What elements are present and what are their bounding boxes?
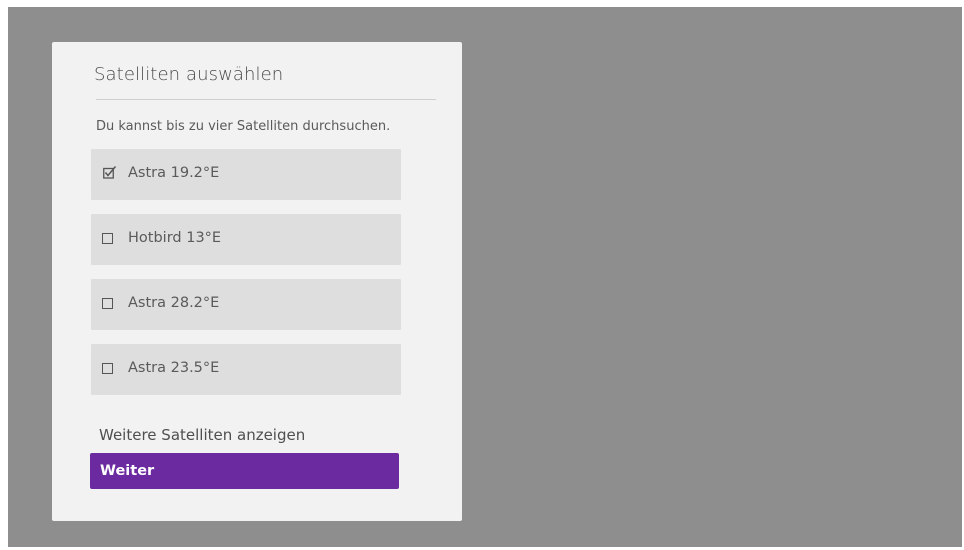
option-label: Hotbird 13°E	[128, 230, 222, 246]
show-more-satellites-link[interactable]: Weitere Satelliten anzeigen	[99, 426, 305, 444]
satellite-option-astra-28-2[interactable]: Astra 28.2°E	[91, 279, 401, 330]
continue-button-label: Weiter	[100, 463, 155, 479]
dialog-subtitle: Du kannst bis zu vier Satelliten durchsu…	[96, 119, 391, 134]
satellite-option-hotbird-13[interactable]: Hotbird 13°E	[91, 214, 401, 265]
unchecked-checkbox-icon	[102, 233, 113, 244]
satellite-option-astra-19-2[interactable]: Astra 19.2°E	[91, 149, 401, 200]
screen-top-border	[0, 0, 964, 7]
dialog-title: Satelliten auswählen	[94, 64, 284, 85]
satellite-selection-dialog: Satelliten auswählen Du kannst bis zu vi…	[52, 42, 462, 521]
satellite-option-astra-23-5[interactable]: Astra 23.5°E	[91, 344, 401, 395]
satellite-options-list: Astra 19.2°E Hotbird 13°E Astra 28.2°E A…	[91, 149, 401, 409]
unchecked-checkbox-icon	[102, 298, 113, 309]
option-label: Astra 19.2°E	[128, 165, 220, 181]
unchecked-checkbox-icon	[102, 363, 113, 374]
continue-button[interactable]: Weiter	[90, 453, 399, 489]
checked-checkbox-icon	[103, 166, 117, 179]
option-label: Astra 23.5°E	[128, 360, 220, 376]
title-divider	[96, 99, 436, 100]
option-label: Astra 28.2°E	[128, 295, 220, 311]
